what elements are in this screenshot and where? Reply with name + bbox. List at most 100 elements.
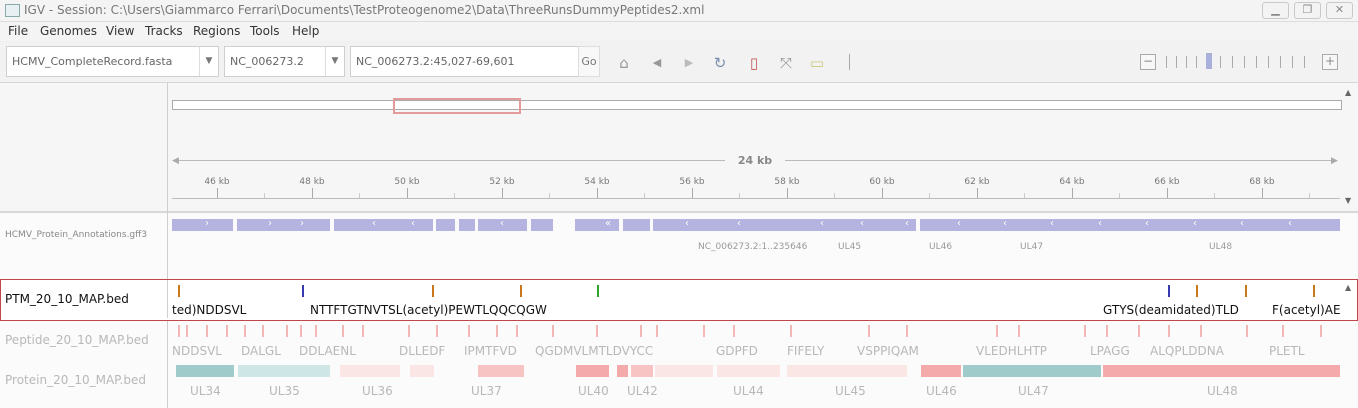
maximize-button[interactable]: ❐ (1294, 2, 1321, 19)
peptide-feature[interactable] (300, 325, 302, 337)
peptide-feature[interactable] (868, 325, 870, 337)
track-name-ptm[interactable]: PTM_20_10_MAP.bed (5, 292, 129, 306)
peptide-feature[interactable] (226, 325, 228, 337)
scroll-up-icon[interactable]: ▲ (1345, 283, 1351, 292)
minimize-button[interactable]: ▁ (1262, 2, 1289, 19)
protein-feature[interactable] (1103, 365, 1340, 377)
ptm-feature[interactable] (178, 285, 180, 297)
zoom-tick[interactable] (1280, 56, 1281, 68)
peptide-feature[interactable] (1138, 325, 1140, 337)
ptm-feature[interactable] (1245, 285, 1247, 297)
zoom-tick[interactable] (1176, 56, 1177, 68)
peptide-feature[interactable] (178, 325, 180, 337)
track-name-protein[interactable]: Protein_20_10_MAP.bed (5, 373, 146, 387)
protein-feature[interactable] (617, 365, 628, 377)
peptide-feature[interactable] (342, 325, 344, 337)
peptide-feature[interactable] (262, 325, 264, 337)
popup-icon[interactable]: ▭ (808, 54, 826, 72)
protein-feature[interactable] (963, 365, 1101, 377)
peptide-feature[interactable] (996, 325, 998, 337)
peptide-feature[interactable] (906, 325, 908, 337)
zoom-tick[interactable] (1304, 56, 1305, 68)
peptide-feature[interactable] (1084, 325, 1086, 337)
peptide-feature[interactable] (790, 325, 792, 337)
peptide-feature[interactable] (408, 325, 410, 337)
menu-file[interactable]: File (8, 24, 28, 38)
zoom-tick[interactable] (1292, 56, 1293, 68)
header-scrollbar[interactable]: ▲ ▼ (1342, 88, 1356, 208)
zoom-tick[interactable] (1268, 56, 1269, 68)
peptide-feature[interactable] (1282, 325, 1284, 337)
locus-input[interactable]: NC_006273.2:45,027-69,601 (350, 46, 579, 77)
protein-feature[interactable] (631, 365, 653, 377)
peptide-feature[interactable] (656, 325, 658, 337)
genome-select[interactable]: HCMV_CompleteRecord.fasta ▼ (6, 46, 219, 77)
refresh-icon[interactable]: ↻ (711, 54, 729, 72)
protein-feature[interactable] (238, 365, 330, 377)
protein-feature[interactable] (576, 365, 609, 377)
zoom-tick[interactable] (1220, 56, 1221, 68)
chromosome-select[interactable]: NC_006273.2 ▼ (224, 46, 345, 77)
peptide-feature[interactable] (596, 325, 598, 337)
menu-tracks[interactable]: Tracks (145, 24, 183, 38)
protein-feature[interactable] (478, 365, 524, 377)
ptm-feature[interactable] (302, 285, 304, 297)
zoom-tick[interactable] (1244, 56, 1245, 68)
peptide-feature[interactable] (703, 325, 705, 337)
peptide-feature[interactable] (1320, 325, 1322, 337)
peptide-feature[interactable] (315, 325, 317, 337)
zoom-tick[interactable] (1186, 56, 1187, 68)
peptide-feature[interactable] (552, 325, 554, 337)
peptide-feature[interactable] (1246, 325, 1248, 337)
peptide-feature[interactable] (244, 325, 246, 337)
gff-feature-bar[interactable] (172, 219, 1340, 231)
ptm-feature[interactable] (597, 285, 599, 297)
protein-feature[interactable] (787, 365, 907, 377)
track-name-gff[interactable]: HCMV_Protein_Annotations.gff3 (5, 230, 147, 240)
track-name-peptide[interactable]: Peptide_20_10_MAP.bed (5, 333, 149, 347)
protein-feature[interactable] (340, 365, 400, 377)
peptide-feature[interactable] (286, 325, 288, 337)
peptide-feature[interactable] (516, 325, 518, 337)
ptm-feature[interactable] (432, 285, 434, 297)
peptide-feature[interactable] (1168, 325, 1170, 337)
menu-view[interactable]: View (106, 24, 134, 38)
forward-icon[interactable]: ▶ (680, 54, 698, 72)
zoom-tick[interactable] (1166, 56, 1167, 68)
peptide-feature[interactable] (733, 325, 735, 337)
protein-feature[interactable] (717, 365, 780, 377)
go-button[interactable]: Go (578, 46, 600, 77)
protein-feature[interactable] (176, 365, 234, 377)
peptide-feature[interactable] (640, 325, 642, 337)
zoom-in-button[interactable]: + (1322, 54, 1338, 70)
zoom-tick[interactable] (1196, 56, 1197, 68)
zoom-current-level[interactable] (1206, 53, 1212, 69)
protein-feature[interactable] (655, 365, 713, 377)
current-region-box[interactable] (393, 98, 521, 114)
home-icon[interactable]: ⌂ (615, 54, 633, 72)
zoom-tick[interactable] (1256, 56, 1257, 68)
protein-feature[interactable] (410, 365, 434, 377)
peptide-feature[interactable] (468, 325, 470, 337)
scroll-up-icon[interactable]: ▲ (1345, 88, 1351, 97)
menu-help[interactable]: Help (292, 24, 319, 38)
peptide-feature[interactable] (186, 325, 188, 337)
menu-genomes[interactable]: Genomes (40, 24, 97, 38)
peptide-feature[interactable] (1018, 325, 1020, 337)
ptm-feature[interactable] (520, 285, 522, 297)
protein-feature[interactable] (921, 365, 961, 377)
peptide-feature[interactable] (1200, 325, 1202, 337)
menu-regions[interactable]: Regions (193, 24, 240, 38)
chromosome-ideogram[interactable] (172, 100, 1342, 110)
zoom-tick[interactable] (1232, 56, 1233, 68)
ptm-feature[interactable] (1313, 285, 1315, 297)
peptide-feature[interactable] (1106, 325, 1108, 337)
roi-icon[interactable]: ▯ (745, 54, 763, 72)
zoom-out-button[interactable]: − (1140, 54, 1156, 70)
ptm-feature[interactable] (1196, 285, 1198, 297)
peptide-feature[interactable] (436, 325, 438, 337)
peptide-feature[interactable] (206, 325, 208, 337)
ptm-feature[interactable] (1168, 285, 1170, 297)
close-button[interactable]: ✕ (1326, 2, 1353, 19)
name-column-divider[interactable] (167, 83, 168, 408)
